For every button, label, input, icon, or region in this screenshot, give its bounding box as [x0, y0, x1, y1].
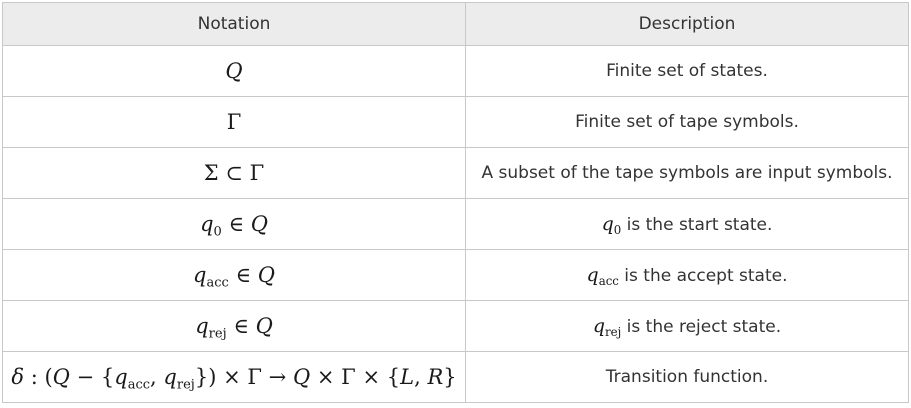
rparen-symbol: ) — [208, 365, 217, 389]
lbrace-symbol: { — [386, 365, 401, 389]
q-symbol: q — [195, 314, 209, 338]
header-notation: Notation — [2, 2, 466, 46]
rbrace-symbol: } — [443, 365, 457, 389]
description-cell: q0 is the start state. — [465, 198, 909, 250]
subscript-rej: rej — [605, 325, 622, 340]
delta-symbol: δ — [11, 365, 25, 389]
rbrace-symbol: } — [194, 365, 209, 389]
element-of-symbol: ∈ — [228, 212, 245, 236]
description-cell: Finite set of states. — [465, 45, 909, 97]
times-symbol: × — [223, 365, 241, 389]
subset-symbol: ⊂ — [225, 161, 243, 185]
notation-cell: δ : (Q − {qacc, qrej}) × Γ → Q × Γ × {L,… — [2, 351, 466, 403]
notation-cell: q0 ∈ Q — [2, 198, 466, 250]
notation-table: Notation Description Q Finite set of sta… — [2, 2, 909, 403]
arrow-symbol: → — [268, 365, 287, 389]
header-description: Description — [465, 2, 909, 46]
subscript-acc: acc — [127, 377, 151, 393]
notation-cell: Γ — [2, 96, 466, 148]
description-cell: Transition function. — [465, 351, 909, 403]
colon-symbol: : — [30, 365, 38, 389]
set-q-symbol: Q — [250, 212, 268, 236]
subscript-rej: rej — [176, 377, 195, 393]
times-symbol: × — [316, 365, 335, 389]
gamma-symbol: Γ — [226, 110, 242, 134]
sigma-symbol: Σ — [203, 161, 219, 185]
q-symbol: q — [586, 264, 599, 286]
element-of-symbol: ∈ — [233, 314, 249, 338]
subscript-0: 0 — [213, 224, 222, 240]
times-symbol: × — [362, 365, 381, 389]
set-q-symbol: Q — [225, 59, 243, 83]
subscript-acc: acc — [598, 274, 619, 289]
table-row: Q Finite set of states. — [2, 45, 909, 97]
comma-symbol: , — [414, 365, 421, 389]
table-row: q0 ∈ Q q0 is the start state. — [2, 198, 909, 250]
table-row: Γ Finite set of tape symbols. — [2, 96, 909, 148]
table-row: Σ ⊂ Γ A subset of the tape symbols are i… — [2, 147, 909, 199]
subscript-acc: acc — [206, 275, 229, 291]
description-cell: qacc is the accept state. — [465, 249, 909, 301]
minus-symbol: − — [76, 365, 95, 389]
table-row: qrej ∈ Q qrej is the reject state. — [2, 300, 909, 352]
notation-cell: Σ ⊂ Γ — [2, 147, 466, 199]
header-row: Notation Description — [2, 2, 909, 46]
q-symbol: q — [592, 315, 606, 337]
notation-cell: qacc ∈ Q — [2, 249, 466, 301]
description-cell: A subset of the tape symbols are input s… — [465, 147, 909, 199]
description-text: is the reject state. — [621, 317, 782, 337]
description-cell: qrej is the reject state. — [465, 300, 909, 352]
l-symbol: L — [400, 365, 415, 389]
table-row: δ : (Q − {qacc, qrej}) × Γ → Q × Γ × {L,… — [2, 351, 909, 403]
gamma-symbol: Γ — [249, 161, 265, 185]
set-q-symbol: Q — [52, 365, 70, 389]
q-symbol: q — [601, 213, 614, 235]
set-q-symbol: Q — [257, 263, 275, 287]
element-of-symbol: ∈ — [235, 263, 252, 287]
comma-symbol: , — [150, 365, 157, 389]
lbrace-symbol: { — [100, 365, 115, 389]
q-symbol: q — [193, 263, 207, 287]
notation-cell: qrej ∈ Q — [2, 300, 466, 352]
description-text: is the accept state. — [618, 266, 788, 286]
q-symbol: q — [200, 212, 214, 236]
lparen-symbol: ( — [44, 365, 53, 389]
set-q-symbol: Q — [292, 365, 311, 389]
description-cell: Finite set of tape symbols. — [465, 96, 909, 148]
gamma-symbol: Γ — [247, 365, 262, 389]
gamma-symbol: Γ — [341, 365, 356, 389]
subscript-rej: rej — [208, 326, 227, 342]
r-symbol: R — [427, 365, 444, 389]
q-symbol: q — [114, 365, 128, 389]
set-q-symbol: Q — [255, 314, 273, 338]
description-text: is the start state. — [621, 215, 773, 235]
table-row: qacc ∈ Q qacc is the accept state. — [2, 249, 909, 301]
q-symbol: q — [163, 365, 177, 389]
notation-cell: Q — [2, 45, 466, 97]
